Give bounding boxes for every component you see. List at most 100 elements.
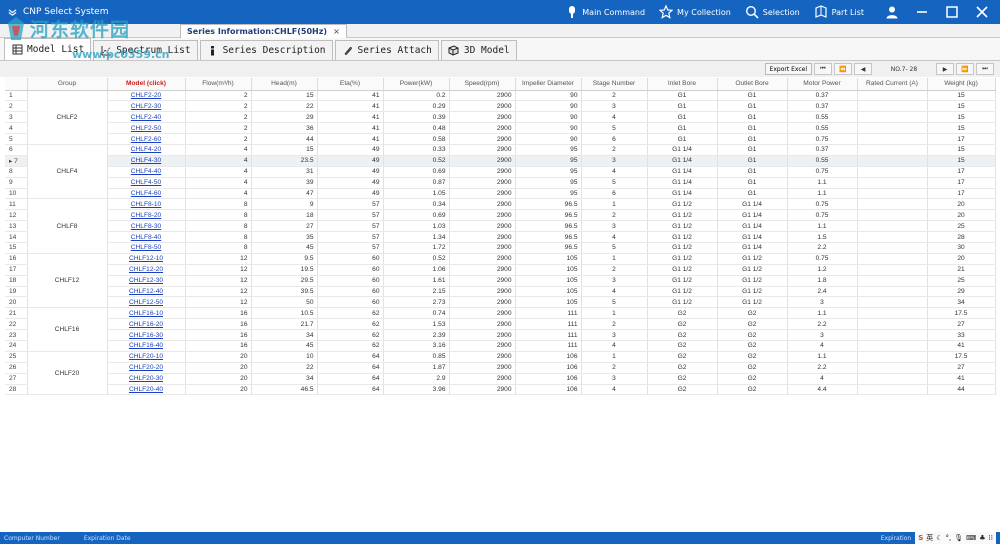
table-row[interactable]: 21 CHLF16 CHLF16-10 16 10.5 62 0.74 2900 111 1 G2 G…: [5, 307, 996, 352]
column-header-motor-power[interactable]: Motor Power: [787, 78, 858, 91]
table-row[interactable]: 22 CHLF16-20 16 21.7 62 1.53 2900 111 2 G2 G2 2.2 27: [5, 318, 996, 331]
tab-3d-model[interactable]: 3D Model: [440, 40, 517, 60]
column-header-power[interactable]: Power(kW): [383, 78, 450, 91]
prev-record-button[interactable]: ◀: [854, 63, 872, 75]
column-header-model[interactable]: Model (click): [107, 78, 186, 91]
model-link[interactable]: CHLF4-20: [131, 146, 161, 153]
table-row[interactable]: 10 CHLF4-60 4 47 49 1.05 2900 95 6 G1 1/4 G1 1.1 17: [5, 188, 996, 200]
model-link[interactable]: CHLF20-10: [129, 353, 163, 360]
model-link[interactable]: CHLF2-30: [131, 103, 161, 110]
cell-outlet-bore: G1: [717, 122, 788, 135]
model-link[interactable]: CHLF4-40: [131, 168, 161, 175]
table-row[interactable]: 17 CHLF12-20 12 19.5 60 1.06 2900 105 2 G1 1/2 G1 …: [5, 264, 996, 276]
table-row[interactable]: 1 CHLF2 CHLF2-20 2 15 41 0.2 2900 90 2 G1 G1 0.37 15: [5, 90, 996, 145]
model-link[interactable]: CHLF8-50: [131, 244, 161, 251]
table-row[interactable]: 11 CHLF8 CHLF8-10 8 9 57 0.34 2900 96.5 1 G1 1/2 G1…: [5, 198, 996, 254]
last-record-button[interactable]: ⏭: [976, 63, 994, 75]
model-link[interactable]: CHLF12-10: [129, 255, 163, 262]
table-row[interactable]: 8 CHLF4-40 4 31 49 0.69 2900 95 4 G1 1/4 G1 0.75 17: [5, 166, 996, 178]
table-row[interactable]: 13 CHLF8-30 8 27 57 1.03 2900 96.5 3 G1 1/2 G1 1/4…: [5, 220, 996, 233]
table-row[interactable]: 24 CHLF16-40 16 45 62 3.16 2900 111 4 G2 G2 4 41: [5, 340, 996, 352]
table-row[interactable]: 19 CHLF12-40 12 39.5 60 2.15 2900 105 4 G1 1/2 G1 …: [5, 286, 996, 298]
model-link[interactable]: CHLF12-20: [129, 266, 163, 273]
cell-head: 9.5: [251, 253, 318, 265]
menu-selection[interactable]: Selection: [745, 5, 800, 19]
column-header-group[interactable]: Group: [27, 78, 108, 91]
column-header-stage-number[interactable]: Stage Number: [581, 78, 648, 91]
menu-main-command[interactable]: Main Command: [566, 5, 645, 19]
prev-page-button[interactable]: ⏪: [834, 63, 852, 75]
maximize-icon[interactable]: [944, 4, 960, 20]
table-row[interactable]: 14 CHLF8-40 8 35 57 1.34 2900 96.5 4 G1 1/2 G1 1/4…: [5, 231, 996, 243]
model-link[interactable]: CHLF8-20: [131, 212, 161, 219]
table-row[interactable]: 5 CHLF2-60 2 44 41 0.58 2900 90 6 G1 G1 0.75 17: [5, 133, 996, 145]
next-page-button[interactable]: ⏩: [956, 63, 974, 75]
table-row[interactable]: ▸ 7 CHLF4-30 4 23.5 49 0.52 2900 95 3 G1 1/4 G1 0.5…: [5, 155, 996, 167]
cell-power: 2.15: [383, 286, 450, 298]
column-header-impeller-diameter[interactable]: Impeller Diameter: [515, 78, 582, 91]
close-icon[interactable]: [974, 4, 990, 20]
column-header-inlet-bore[interactable]: Inlet Bore: [647, 78, 718, 91]
column-header-weight[interactable]: Weight (kg): [927, 78, 996, 91]
column-header-flow[interactable]: Flow(m³/h): [185, 78, 252, 91]
model-link[interactable]: CHLF2-20: [131, 92, 161, 99]
cell-stage-number: 2: [581, 318, 648, 331]
table-row[interactable]: 27 CHLF20-30 20 34 64 2.9 2900 106 3 G2 G2 4 41: [5, 373, 996, 385]
minimize-icon[interactable]: [914, 4, 930, 20]
model-link[interactable]: CHLF12-30: [129, 277, 163, 284]
menu-part-list[interactable]: Part List: [814, 5, 864, 19]
cell-power: 0.48: [383, 122, 450, 135]
model-link[interactable]: CHLF4-60: [131, 190, 161, 197]
series-tab-label: Series Information:CHLF(50Hz): [187, 27, 328, 36]
export-excel-button[interactable]: Export Excel: [764, 63, 812, 75]
table-row[interactable]: 15 CHLF8-50 8 45 57 1.72 2900 96.5 5 G1 1/2 G1 1/4…: [5, 242, 996, 254]
ime-toolbar[interactable]: S 英 ☾ °, 🎙 ⌨ ♣ ⁞⁞: [915, 532, 996, 544]
table-row[interactable]: 9 CHLF4-50 4 39 49 0.87 2900 95 5 G1 1/4 G1 1.1 17: [5, 177, 996, 189]
column-header-eta[interactable]: Eta(%): [317, 78, 384, 91]
model-link[interactable]: CHLF12-50: [129, 299, 163, 306]
table-row[interactable]: 20 CHLF12-50 12 50 60 2.73 2900 105 5 G1 1/2 G1 1/…: [5, 296, 996, 309]
column-header-head[interactable]: Head(m): [251, 78, 318, 91]
model-link[interactable]: CHLF8-10: [131, 201, 161, 208]
tab-series-attach[interactable]: Series Attach: [334, 40, 439, 60]
table-row[interactable]: 12 CHLF8-20 8 18 57 0.69 2900 96.5 2 G1 1/2 G1 1/4…: [5, 209, 996, 222]
user-icon[interactable]: [884, 4, 900, 20]
cell-power: 0.39: [383, 111, 450, 124]
tab-series-information[interactable]: Series Information:CHLF(50Hz) ×: [180, 24, 347, 38]
model-link[interactable]: CHLF4-50: [131, 179, 161, 186]
table-row[interactable]: 18 CHLF12-30 12 29.5 60 1.61 2900 105 3 G1 1/2 G1 …: [5, 275, 996, 287]
model-link[interactable]: CHLF2-60: [131, 136, 161, 143]
model-link[interactable]: CHLF2-50: [131, 125, 161, 132]
first-record-button[interactable]: ⏮: [814, 63, 832, 75]
column-header-outlet-bore[interactable]: Outlet Bore: [717, 78, 788, 91]
model-link[interactable]: CHLF12-40: [129, 288, 163, 295]
table-row[interactable]: 4 CHLF2-50 2 36 41 0.48 2900 90 5 G1 G1 0.55 15: [5, 122, 996, 135]
model-link[interactable]: CHLF8-30: [131, 223, 161, 230]
model-link[interactable]: CHLF20-30: [129, 375, 163, 382]
model-link[interactable]: CHLF4-30: [131, 157, 161, 164]
tab-close-icon[interactable]: ×: [333, 27, 340, 36]
model-link[interactable]: CHLF16-40: [129, 342, 163, 349]
cell-outlet-bore: G2: [717, 362, 788, 374]
table-row[interactable]: 16 CHLF12 CHLF12-10 12 9.5 60 0.52 2900 105 1 G1 1…: [5, 253, 996, 309]
model-link[interactable]: CHLF16-10: [129, 310, 163, 317]
table-row[interactable]: 26 CHLF20-20 20 22 64 1.87 2900 106 2 G2 G2 2.2 27: [5, 362, 996, 374]
table-row[interactable]: 23 CHLF16-30 16 34 62 2.39 2900 111 3 G2 G2 3 33: [5, 329, 996, 341]
model-link[interactable]: CHLF16-30: [129, 332, 163, 339]
model-link[interactable]: CHLF20-40: [129, 386, 163, 393]
model-link[interactable]: CHLF2-40: [131, 114, 161, 121]
column-header-rated-current[interactable]: Rated Current (A): [857, 78, 928, 91]
model-link[interactable]: CHLF20-20: [129, 364, 163, 371]
tab-series-description[interactable]: Series Description: [199, 40, 333, 60]
menu-my-collection[interactable]: My Collection: [659, 5, 731, 19]
table-row[interactable]: 2 CHLF2-30 2 22 41 0.29 2900 90 3 G1 G1 0.37 15: [5, 100, 996, 113]
table-row[interactable]: 25 CHLF20 CHLF20-10 20 10 64 0.85 2900 106 1 G2 G2 1…: [5, 351, 996, 396]
cell-flow: 2: [185, 133, 252, 145]
column-header-speed[interactable]: Speed(rpm): [449, 78, 516, 91]
table-row[interactable]: 28 CHLF20-40 20 46.5 64 3.96 2900 106 4 G2 G2 4.4 44: [5, 384, 996, 396]
table-row[interactable]: 3 CHLF2-40 2 29 41 0.39 2900 90 4 G1 G1 0.55 15: [5, 111, 996, 124]
next-record-button[interactable]: ▶: [936, 63, 954, 75]
model-link[interactable]: CHLF16-20: [129, 321, 163, 328]
model-link[interactable]: CHLF8-40: [131, 234, 161, 241]
table-row[interactable]: 6 CHLF4 CHLF4-20 4 15 49 0.33 2900 95 2 G1 1/4 G1 0.…: [5, 144, 996, 200]
